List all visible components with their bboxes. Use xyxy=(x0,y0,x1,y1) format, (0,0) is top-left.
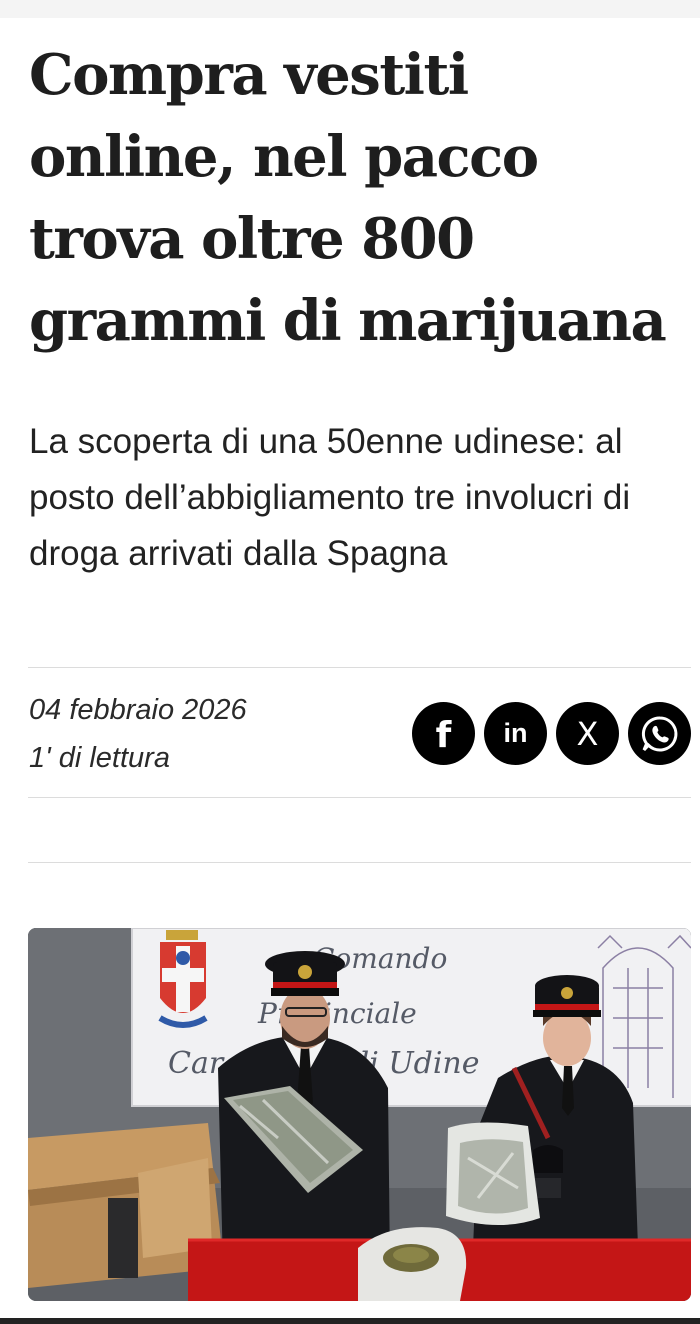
divider-top xyxy=(28,667,691,668)
article-meta: 04 febbraio 2026 1' di lettura xyxy=(29,686,247,782)
status-bar-strip xyxy=(0,0,700,18)
divider-bottom xyxy=(28,862,691,863)
facebook-share-button[interactable]: f xyxy=(412,702,475,765)
article-headline: Compra vestiti online, nel pacco trova o… xyxy=(29,42,667,354)
drug-bag-right xyxy=(446,1122,540,1226)
facebook-icon: f xyxy=(435,714,452,756)
publish-date: 04 febbraio 2026 xyxy=(29,694,247,726)
divider-middle xyxy=(28,797,691,798)
x-icon: X xyxy=(576,714,599,753)
reading-time: 1' di lettura xyxy=(29,742,170,774)
share-buttons: f in X xyxy=(412,702,691,765)
photo-illustration: Comando Provinciale Carabinieri di Udine xyxy=(28,928,691,1301)
x-share-button[interactable]: X xyxy=(556,702,619,765)
bottom-bar xyxy=(0,1318,700,1324)
article-subtitle: La scoperta di una 50enne udinese: al po… xyxy=(29,422,631,573)
whatsapp-icon xyxy=(641,715,677,751)
linkedin-icon: in xyxy=(503,718,528,748)
drug-bag-small xyxy=(358,1227,467,1301)
whatsapp-share-button[interactable] xyxy=(628,702,691,765)
article-photo[interactable]: Comando Provinciale Carabinieri di Udine xyxy=(28,928,691,1301)
linkedin-share-button[interactable]: in xyxy=(484,702,547,765)
